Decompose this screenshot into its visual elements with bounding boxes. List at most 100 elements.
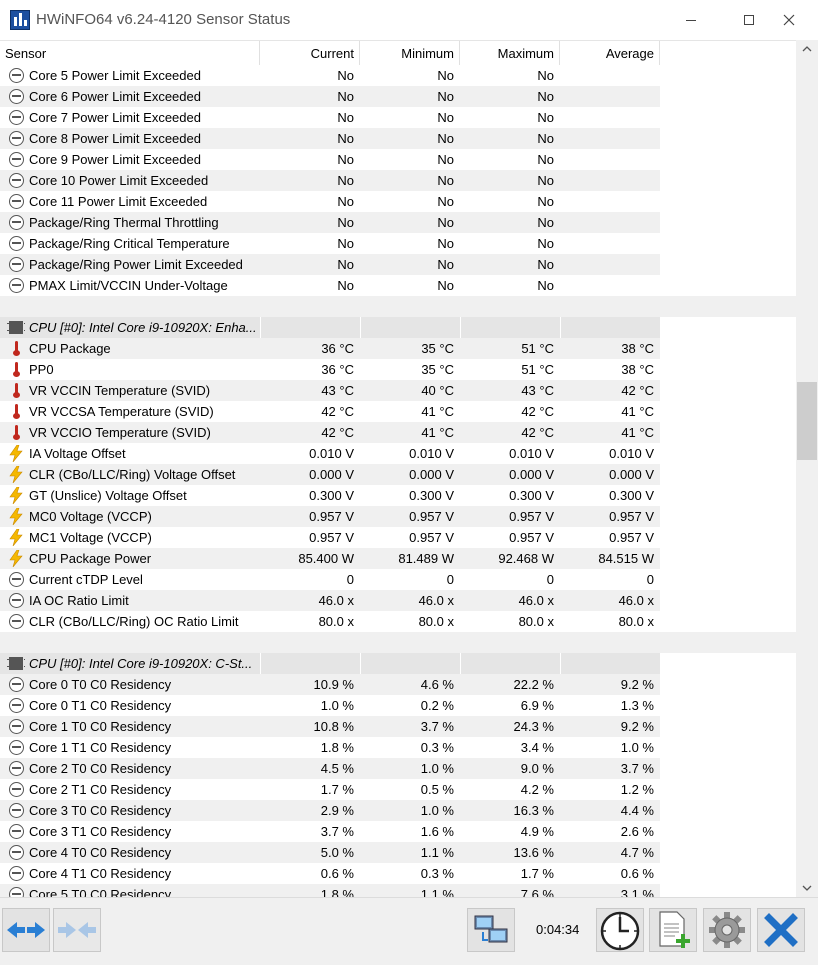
minimum-value: No [437,152,454,167]
section-header-row[interactable]: CPU [#0]: Intel Core i9-10920X: C-St... [0,653,796,674]
row-gap [660,758,796,779]
settings-button[interactable] [703,908,751,952]
average-value: 38 °C [621,362,654,377]
table-row[interactable]: Core 6 Power Limit Exceeded No No No [0,86,796,107]
current-value: 0 [346,572,354,587]
table-row[interactable]: Core 8 Power Limit Exceeded No No No [0,128,796,149]
circle-minus-icon [9,845,24,860]
table-row[interactable]: Core 5 Power Limit Exceeded No No No [0,65,796,86]
minimum-value: 4.6 % [420,677,454,692]
table-row[interactable]: MC1 Voltage (VCCP) 0.957 V 0.957 V 0.957 V 0… [0,527,796,548]
maximum-value: 43 °C [521,383,554,398]
sensor-name: CPU Package [29,341,111,356]
table-row[interactable]: MC0 Voltage (VCCP) 0.957 V 0.957 V 0.957 V 0… [0,506,796,527]
maximum-value: 7.6 % [520,887,554,898]
table-row[interactable]: VR VCCIN Temperature (SVID) 43 °C 40 °C 43 … [0,380,796,401]
expand-button[interactable] [2,908,50,952]
row-gap [660,674,796,695]
row-gap [660,590,796,611]
table-row[interactable]: Current cTDP Level 0 0 0 0 [0,569,796,590]
table-row[interactable]: CPU Package 36 °C 35 °C 51 °C 38 °C [0,338,796,359]
table-row[interactable]: IA OC Ratio Limit 46.0 x 46.0 x 46.0 x 46.0 … [0,590,796,611]
maximum-value: 0.300 V [509,488,554,503]
scroll-up-arrow-icon[interactable] [796,40,818,58]
close-sensors-button[interactable] [757,908,805,952]
current-value: 0.000 V [309,467,354,482]
sensor-name: Core 9 Power Limit Exceeded [29,152,201,167]
table-row[interactable]: Core 7 Power Limit Exceeded No No No [0,107,796,128]
row-gap [660,464,796,485]
average-value: 0.957 V [609,509,654,524]
average-value: 1.0 % [620,740,654,755]
circle-minus-icon [9,824,24,839]
table-row[interactable]: Core 5 T0 C0 Residency 1.8 % 1.1 % 7.6 % 3.1… [0,884,796,898]
table-row[interactable]: Core 2 T1 C0 Residency 1.7 % 0.5 % 4.2 % 1.2… [0,779,796,800]
table-row[interactable]: Package/Ring Power Limit Exceeded No No No [0,254,796,275]
column-header-average[interactable]: Average [560,41,660,65]
column-header-minimum[interactable]: Minimum [360,41,460,65]
table-row[interactable]: CPU Package Power 85.400 W 81.489 W 92.468 … [0,548,796,569]
current-value: 36 °C [321,341,354,356]
scroll-thumb[interactable] [797,382,817,460]
table-row[interactable]: Core 0 T0 C0 Residency 10.9 % 4.6 % 22.2 % 9… [0,674,796,695]
minimum-value: No [437,215,454,230]
average-value: 3.1 % [620,887,654,898]
table-row[interactable]: Core 4 T1 C0 Residency 0.6 % 0.3 % 1.7 % 0.6… [0,863,796,884]
table-row[interactable]: Core 9 Power Limit Exceeded No No No [0,149,796,170]
average-value: 3.7 % [620,761,654,776]
table-row[interactable]: Core 1 T0 C0 Residency 10.8 % 3.7 % 24.3 % 9… [0,716,796,737]
table-row[interactable]: Core 1 T1 C0 Residency 1.8 % 0.3 % 3.4 % 1.0… [0,737,796,758]
table-row[interactable]: Core 3 T1 C0 Residency 3.7 % 1.6 % 4.9 % 2.6… [0,821,796,842]
collapse-button[interactable] [53,908,101,952]
current-value: 10.9 % [313,677,354,692]
network-button[interactable] [467,908,515,952]
table-row[interactable]: PP0 36 °C 35 °C 51 °C 38 °C [0,359,796,380]
section-header-row[interactable]: CPU [#0]: Intel Core i9-10920X: Enha... [0,317,796,338]
circle-minus-icon [9,131,24,146]
table-row[interactable]: Package/Ring Thermal Throttling No No No [0,212,796,233]
lightning-bolt-icon [9,550,23,567]
lightning-bolt-icon [9,445,23,462]
minimum-value: No [437,194,454,209]
table-row[interactable]: Core 0 T1 C0 Residency 1.0 % 0.2 % 6.9 % 1.3… [0,695,796,716]
maximum-value: 92.468 W [498,551,554,566]
table-row[interactable]: PMAX Limit/VCCIN Under-Voltage No No No [0,275,796,296]
circle-minus-icon [9,215,24,230]
table-row[interactable]: Core 10 Power Limit Exceeded No No No [0,170,796,191]
report-button[interactable] [649,908,697,952]
table-row[interactable]: CLR (CBo/LLC/Ring) Voltage Offset 0.000 V… [0,464,796,485]
cpu-chip-icon [7,657,25,670]
current-value: No [337,257,354,272]
table-row[interactable]: Package/Ring Critical Temperature No No No [0,233,796,254]
maximum-value: 51 °C [521,362,554,377]
column-header-maximum[interactable]: Maximum [460,41,560,65]
column-header-current[interactable]: Current [260,41,360,65]
circle-minus-icon [9,236,24,251]
sensor-name: CLR (CBo/LLC/Ring) Voltage Offset [29,467,236,482]
circle-minus-icon [9,152,24,167]
circle-minus-icon [9,866,24,881]
timer-button[interactable] [596,908,644,952]
close-window-button[interactable] [760,0,818,40]
lightning-bolt-icon [9,508,23,525]
clock-icon [600,911,640,951]
column-header-sensor[interactable]: Sensor [0,41,260,65]
table-row[interactable]: Core 11 Power Limit Exceeded No No No [0,191,796,212]
minimum-value: 0.3 % [420,740,454,755]
average-value: 1.2 % [620,782,654,797]
table-row[interactable]: IA Voltage Offset 0.010 V 0.010 V 0.010 V 0.… [0,443,796,464]
table-row[interactable]: VR VCCSA Temperature (SVID) 42 °C 41 °C 42 … [0,401,796,422]
table-row[interactable]: GT (Unslice) Voltage Offset 0.300 V 0.300 … [0,485,796,506]
average-value: 1.3 % [620,698,654,713]
scroll-down-arrow-icon[interactable] [796,879,818,897]
average-value: 2.6 % [620,824,654,839]
settings-gear-icon [709,912,745,948]
table-row[interactable]: Core 4 T0 C0 Residency 5.0 % 1.1 % 13.6 % 4.… [0,842,796,863]
maximum-value: No [537,278,554,293]
table-row[interactable]: Core 3 T0 C0 Residency 2.9 % 1.0 % 16.3 % 4.… [0,800,796,821]
table-row[interactable]: CLR (CBo/LLC/Ring) OC Ratio Limit 80.0 x 8… [0,611,796,632]
vertical-scrollbar[interactable] [796,40,818,897]
table-row[interactable]: VR VCCIO Temperature (SVID) 42 °C 41 °C 42 … [0,422,796,443]
maximum-value: 6.9 % [520,698,554,713]
table-row[interactable]: Core 2 T0 C0 Residency 4.5 % 1.0 % 9.0 % 3.7… [0,758,796,779]
